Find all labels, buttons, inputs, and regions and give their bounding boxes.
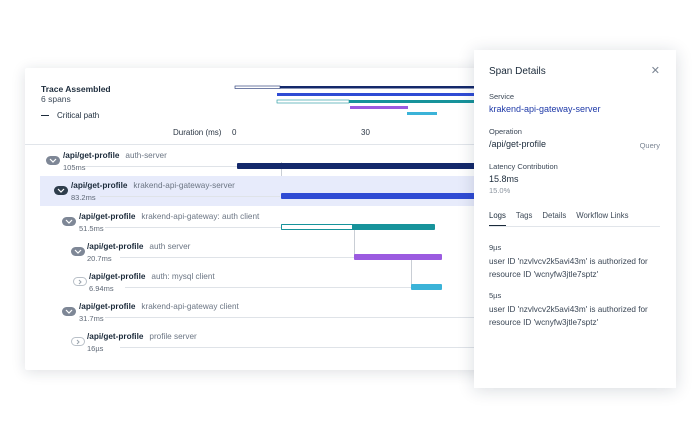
critical-path-label: Critical path [57,111,100,120]
chevron-right-icon [76,339,80,345]
span-guide [105,227,281,228]
minimap-span-1-critical [234,85,281,89]
span-service: auth-server [125,151,167,160]
span-row[interactable]: /api/get-profile profile server 16µs [25,328,495,356]
chevron-down-icon [65,219,73,224]
operation-type: Query [639,141,660,150]
tabs-divider [489,226,660,227]
trace-title: Trace Assembled [41,84,111,94]
tick-30: 30 [361,128,370,137]
duration-header: Duration (ms) [173,128,222,137]
span-name: /api/get-profile krakend-api-gateway-serv… [71,181,235,190]
span-row[interactable]: /api/get-profile auth server 20.7ms [25,238,495,266]
span-name: /api/get-profile auth-server [63,151,167,160]
log-message: user ID 'nzvlvcv2k5avi43m' is authorized… [489,257,648,279]
minimap-span-2 [277,93,495,96]
span-bar[interactable] [281,193,495,199]
collapse-toggle[interactable] [46,156,60,165]
span-row[interactable]: /api/get-profile krakend-api-gateway: aut… [25,208,495,236]
latency-label: Latency Contribution [489,162,558,171]
span-name: /api/get-profile krakend-api-gateway: aut… [79,212,260,221]
span-row-selected[interactable]: /api/get-profile krakend-api-gateway-serv… [40,176,495,206]
collapse-toggle[interactable] [62,307,76,316]
close-icon[interactable]: ✕ [651,64,660,77]
span-guide [125,287,411,288]
latency-percent: 15.0% [489,186,511,195]
span-duration: 83.2ms [71,193,96,202]
operation-label: Operation [489,127,522,136]
minimap-span-3-critical [276,99,350,104]
details-tabs: Logs Tags Details Workflow Links [489,211,629,226]
critical-path-toggle[interactable]: Critical path [41,111,99,120]
span-service: krakend-api-gateway client [141,302,239,311]
collapse-toggle[interactable] [71,247,85,256]
service-label: Service [489,92,515,101]
trace-minimap[interactable] [230,84,495,122]
span-row[interactable]: /api/get-profile krakend-api-gateway clie… [25,298,495,326]
chevron-down-icon [74,249,82,254]
minimap-span-5 [407,112,437,115]
span-guide [100,196,280,197]
latency-value: 15.8ms [489,174,519,184]
span-duration: 105ms [63,163,86,172]
chevron-down-icon [65,309,73,314]
span-service: auth server [149,242,191,251]
tab-tags[interactable]: Tags [516,211,532,226]
span-count: 6 spans [41,94,71,104]
span-details-panel: Span Details ✕ Service krakend-api-gatew… [474,50,676,388]
span-guide [120,347,495,348]
collapse-toggle[interactable] [73,277,87,286]
span-bar[interactable] [237,163,495,169]
span-guide [120,257,354,258]
chevron-right-icon [78,279,82,285]
span-name: /api/get-profile auth server [87,242,191,251]
span-service: profile server [149,332,197,341]
log-time: 5µs [489,291,502,300]
span-name: /api/get-profile auth: mysql client [89,272,215,281]
minus-icon [41,114,49,117]
tab-logs[interactable]: Logs [489,211,506,226]
span-duration: 6.94ms [89,284,114,293]
tab-details[interactable]: Details [542,211,566,226]
header-divider [25,144,495,145]
span-duration: 16µs [87,344,104,353]
span-guide [85,166,237,167]
collapse-toggle[interactable] [54,186,68,195]
span-row[interactable]: /api/get-profile auth-server 105ms [25,148,495,174]
service-value[interactable]: krakend-api-gateway-server [489,104,601,114]
span-duration: 31.7ms [79,314,104,323]
log-message: user ID 'nzvlvcv2k5avi43m' is authorized… [489,305,648,327]
span-name: /api/get-profile profile server [87,332,197,341]
span-service: krakend-api-gateway-server [133,181,235,190]
chevron-down-icon [49,158,57,163]
trace-view: Trace Assembled 6 spans Critical path Du… [25,68,495,370]
span-service: auth: mysql client [151,272,215,281]
span-name: /api/get-profile krakend-api-gateway clie… [79,302,239,311]
span-duration: 51.5ms [79,224,104,233]
span-service: krakend-api-gateway: auth client [141,212,260,221]
collapse-toggle[interactable] [71,337,85,346]
span-bar[interactable] [354,254,442,260]
chevron-down-icon [57,188,65,193]
collapse-toggle[interactable] [62,217,76,226]
tick-0: 0 [232,128,237,137]
operation-value: /api/get-profile [489,139,547,149]
tab-workflow-links[interactable]: Workflow Links [576,211,628,226]
span-bar[interactable] [411,284,442,290]
log-time: 9µs [489,243,502,252]
span-bar-critical-segment [281,224,353,230]
span-duration: 20.7ms [87,254,112,263]
minimap-span-4 [350,106,408,109]
span-row[interactable]: /api/get-profile auth: mysql client 6.94m… [25,268,495,296]
panel-title: Span Details [489,66,546,77]
span-guide [105,317,495,318]
